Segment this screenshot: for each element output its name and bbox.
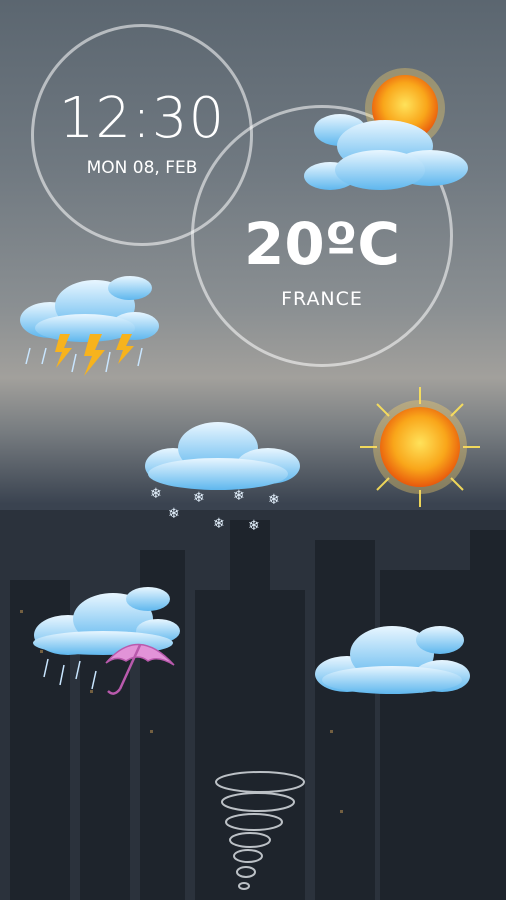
location-label: FRANCE: [281, 288, 363, 310]
thunderstorm-icon[interactable]: [10, 268, 160, 388]
svg-text:❄: ❄: [248, 518, 260, 534]
clock-date: MON 08, FEB: [86, 158, 198, 178]
snow-cloud-icon[interactable]: ❄ ❄ ❄ ❄❄❄ ❄: [138, 418, 303, 538]
sun-icon[interactable]: [355, 382, 485, 512]
cloud-icon[interactable]: [312, 618, 472, 700]
partly-cloudy-icon[interactable]: [300, 58, 475, 198]
clock-time: 12:30: [58, 86, 226, 151]
tornado-icon[interactable]: [200, 768, 320, 900]
temperature-value: 20ºC: [244, 210, 400, 278]
svg-text:❄: ❄: [193, 490, 205, 506]
svg-text:❄: ❄: [233, 488, 245, 504]
svg-text:❄: ❄: [150, 486, 162, 502]
svg-text:❄: ❄: [268, 492, 280, 508]
rain-umbrella-icon[interactable]: [28, 585, 183, 715]
svg-text:❄: ❄: [213, 516, 225, 532]
svg-text:❄: ❄: [168, 506, 180, 522]
